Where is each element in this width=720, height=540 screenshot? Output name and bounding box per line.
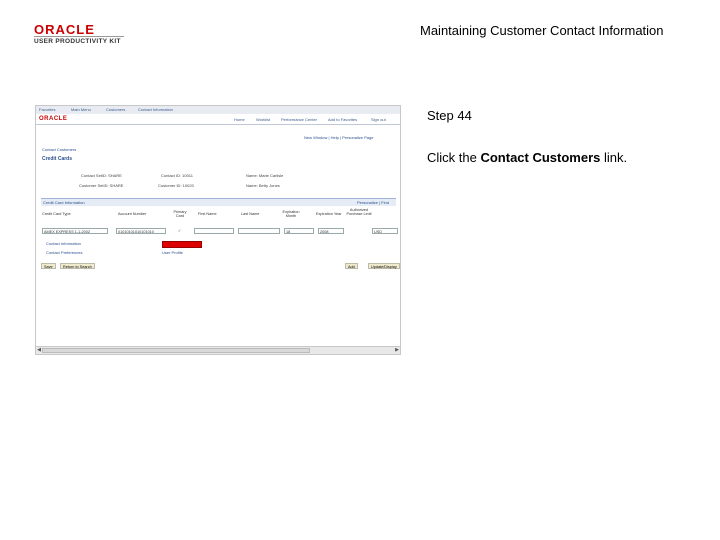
add-button[interactable]: Add — [345, 263, 358, 269]
info-text: Name: Marie Carlisle — [246, 173, 284, 178]
grid-header-bar: Credit Card Information Personalize | Fi… — [41, 198, 396, 206]
first-name-field[interactable] — [194, 228, 234, 234]
nav-item[interactable]: Main Menu — [71, 107, 91, 112]
header-link[interactable]: Performance Center — [281, 117, 317, 122]
header-link[interactable]: Add to Favorites — [328, 117, 357, 122]
instruction-text: Click the Contact Customers link. — [427, 150, 627, 165]
column-header: Credit Card Type — [42, 212, 71, 216]
update-display-button[interactable]: Update/Display — [368, 263, 400, 269]
scroll-right-icon[interactable]: ▶ — [394, 347, 400, 354]
logo-subtitle: USER PRODUCTIVITY KIT — [34, 38, 121, 45]
grid-tools[interactable]: Personalize | Find — [357, 200, 389, 205]
grid-title: Credit Card Information — [43, 200, 85, 205]
breadcrumb: Contact Customers — [42, 147, 77, 152]
nav-item[interactable]: Favorites — [39, 107, 55, 112]
info-text: Contact ID: 10011 — [161, 173, 193, 178]
nav-item[interactable]: Customers — [106, 107, 125, 112]
instruction-prefix: Click the — [427, 150, 481, 165]
primary-card-checkbox[interactable]: ✓ — [178, 228, 181, 233]
step-label: Step 44 — [427, 108, 472, 123]
card-type-select[interactable]: AMEX EXPRESS 1-1-2002 — [42, 228, 108, 234]
column-header: Authorized Purchase Limit — [346, 208, 372, 216]
column-header: Account Number — [118, 212, 147, 216]
column-header: First Name — [198, 212, 217, 216]
contact-information-link[interactable]: Contact Information — [46, 241, 81, 246]
column-header: Primary Card — [173, 210, 187, 218]
column-header: Expiration Year — [316, 212, 342, 216]
contact-preferences-link[interactable]: Contact Preferences — [46, 250, 82, 255]
save-button[interactable]: Save — [41, 263, 56, 269]
application-screenshot: Favorites Main Menu Customers Contact In… — [35, 105, 401, 355]
info-text: Customer ID: 10020 — [158, 183, 194, 188]
document-title: Maintaining Customer Contact Information — [420, 23, 664, 38]
app-logo: ORACLE — [39, 116, 68, 122]
info-text: Name: Betty Jones — [246, 183, 280, 188]
oracle-logo: ORACLE USER PRODUCTIVITY KIT — [34, 22, 126, 48]
expiration-year-field[interactable]: 2008 — [318, 228, 344, 234]
header-link[interactable]: Sign out — [371, 117, 386, 122]
instruction-link-name: Contact Customers — [480, 150, 601, 165]
user-profile-link[interactable]: User Profile — [162, 250, 183, 255]
instruction-suffix: link. — [600, 150, 628, 165]
info-text: Customer SetID: SHARE — [79, 183, 124, 188]
return-to-search-button[interactable]: Return to Search — [60, 263, 95, 269]
header-link[interactable]: Worklist — [256, 117, 270, 122]
logo-wordmark: ORACLE — [34, 22, 95, 37]
horizontal-scrollbar[interactable]: ◀ ▶ — [36, 346, 400, 354]
purchase-limit-field[interactable]: USD — [372, 228, 398, 234]
column-header: Last Name — [241, 212, 260, 216]
nav-item[interactable]: Contact Information — [138, 107, 173, 112]
top-navigation: Favorites Main Menu Customers Contact In… — [36, 106, 400, 114]
last-name-field[interactable] — [238, 228, 280, 234]
header-link[interactable]: Home — [234, 117, 245, 122]
brand-bar: ORACLE Home Worklist Performance Center … — [36, 114, 400, 125]
utility-links[interactable]: New Window | Help | Personalize Page — [304, 135, 373, 140]
info-text: Contact SetID: SHARE — [81, 173, 122, 178]
column-header: Expiration Month — [282, 210, 300, 218]
logo-divider — [34, 36, 124, 37]
expiration-month-field[interactable]: 18 — [284, 228, 314, 234]
account-number-field[interactable]: 01010101010101010 — [116, 228, 166, 234]
contact-customers-link-highlight[interactable] — [162, 241, 202, 248]
scrollbar-thumb[interactable] — [42, 348, 310, 353]
page-title: Credit Cards — [42, 156, 73, 162]
